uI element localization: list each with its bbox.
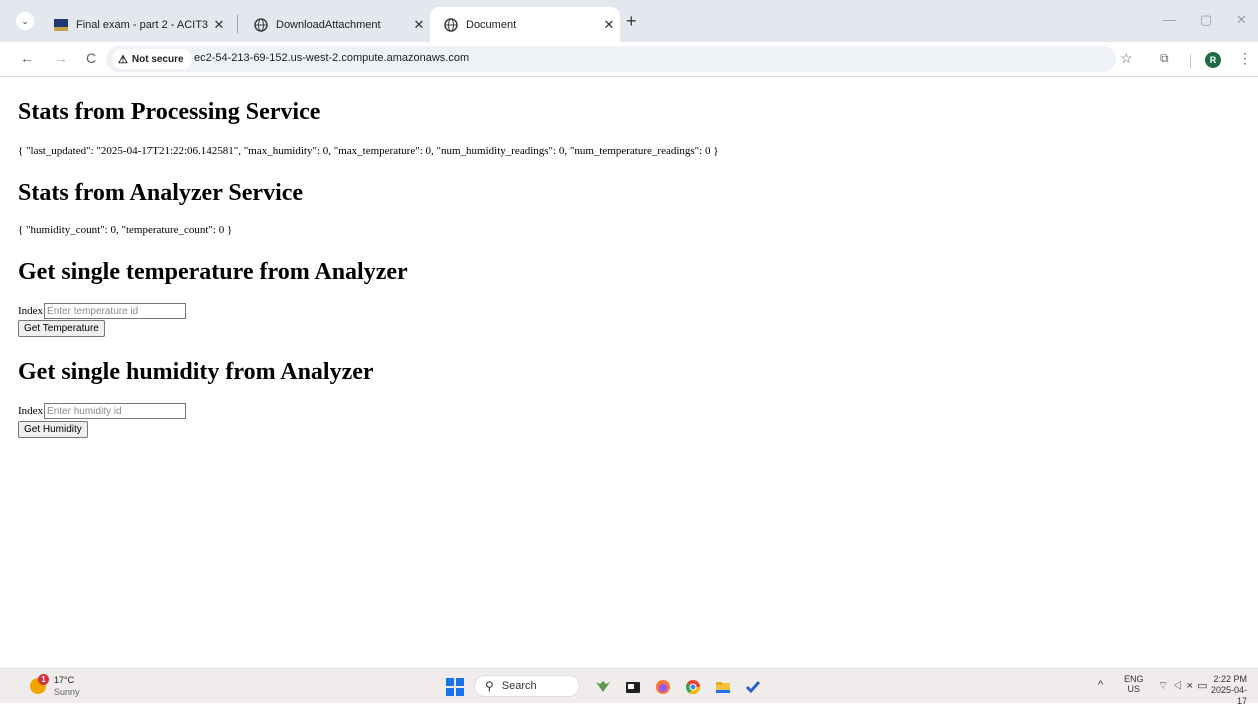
chrome-icon[interactable] [684, 678, 702, 696]
tab-document[interactable]: Document ✕ [430, 7, 620, 42]
close-icon[interactable]: ✕ [408, 17, 430, 33]
browser-tab-strip: ⌄ Final exam - part 2 - ACIT3855 ✕ Downl… [0, 0, 1258, 42]
more-menu-icon[interactable]: ⋮ [1238, 50, 1252, 67]
firefox-icon[interactable] [654, 678, 672, 696]
humidity-index-label: Index [18, 405, 44, 417]
notification-badge: 1 [38, 674, 49, 685]
toolbar-divider [1190, 54, 1191, 68]
chevron-up-icon[interactable]: ^ [1098, 679, 1103, 691]
tab-download-attachment[interactable]: DownloadAttachment ✕ [240, 7, 430, 42]
tab-title: Final exam - part 2 - ACIT3855 [76, 18, 208, 31]
profile-avatar[interactable]: R [1205, 52, 1221, 68]
region-code: US [1127, 684, 1141, 694]
close-window-icon[interactable]: ✕ [1236, 12, 1247, 28]
bookmark-star-icon[interactable]: ☆ [1120, 50, 1133, 67]
processing-stats-json: { "last_updated": "2025-04-17T21:22:06.1… [18, 145, 719, 157]
clock-time: 2:22 PM [1213, 674, 1247, 684]
task-view-icon[interactable] [624, 678, 642, 696]
volume-icon: ◁× [1172, 680, 1198, 692]
clock-date: 2025-04-17 [1210, 685, 1247, 706]
wifi-icon: ⌔ [1158, 680, 1173, 692]
globe-icon [254, 17, 268, 32]
get-humidity-button[interactable]: Get Humidity [18, 421, 88, 438]
bcit-icon [54, 18, 68, 32]
language-indicator[interactable]: ENG US [1124, 674, 1144, 694]
close-icon[interactable]: ✕ [598, 17, 620, 33]
weather-condition[interactable]: Sunny [54, 687, 80, 697]
taskbar-search-box[interactable]: ⚲ Search [474, 675, 580, 697]
new-tab-button[interactable]: + [626, 12, 637, 30]
humidity-heading: Get single humidity from Analyzer [18, 359, 374, 385]
search-icon: ⚲ [485, 679, 494, 693]
temperature-heading: Get single temperature from Analyzer [18, 259, 408, 285]
todo-check-icon[interactable] [744, 678, 762, 696]
close-icon[interactable]: ✕ [208, 17, 230, 33]
tab-divider [237, 15, 238, 33]
security-chip[interactable]: ⚠ Not secure [112, 49, 192, 69]
extensions-puzzle-icon[interactable]: ⧉ [1160, 51, 1169, 66]
tab-final-exam[interactable]: Final exam - part 2 - ACIT3855 ✕ [40, 7, 230, 42]
tab-title: Document [466, 18, 517, 31]
address-bar[interactable]: ⚠ Not secure ec2-54-213-69-152.us-west-2… [106, 46, 1116, 72]
windows-start-icon[interactable] [446, 678, 464, 696]
copilot-app-icon[interactable] [594, 678, 612, 696]
processing-stats-heading: Stats from Processing Service [18, 99, 321, 125]
temperature-index-row: Index [18, 303, 187, 319]
url-text[interactable]: ec2-54-213-69-152.us-west-2.compute.amaz… [194, 52, 469, 64]
language-code: ENG [1124, 674, 1144, 684]
windows-taskbar: 1 17°C Sunny ⚲ Search ^ ENG US ⌔◁×▭ 2:22… [0, 668, 1258, 706]
security-label: Not secure [131, 53, 184, 65]
system-tray-icons[interactable]: ⌔◁×▭ [1158, 679, 1212, 693]
humidity-id-input[interactable] [44, 403, 187, 419]
file-explorer-icon[interactable] [714, 678, 732, 696]
warning-triangle-icon: ⚠ [118, 53, 128, 66]
globe-icon [444, 17, 458, 32]
browser-toolbar: ← → C ⚠ Not secure ec2-54-213-69-152.us-… [0, 42, 1258, 77]
minimize-icon[interactable]: — [1163, 12, 1176, 27]
tab-search-menu-button[interactable]: ⌄ [16, 12, 34, 30]
clock[interactable]: 2:22 PM 2025-04-17 [1205, 674, 1247, 707]
temperature-index-label: Index [18, 305, 44, 317]
back-arrow-icon[interactable]: ← [20, 50, 34, 66]
taskbar-search-label: Search [501, 680, 537, 692]
analyzer-stats-json: { "humidity_count": 0, "temperature_coun… [18, 224, 233, 236]
analyzer-stats-heading: Stats from Analyzer Service [18, 180, 304, 206]
reload-icon[interactable]: C [86, 50, 96, 66]
tab-title: DownloadAttachment [276, 18, 381, 31]
humidity-index-row: Index [18, 403, 187, 419]
temperature-id-input[interactable] [44, 303, 187, 319]
forward-arrow-icon[interactable]: → [54, 50, 68, 66]
get-temperature-button[interactable]: Get Temperature [18, 320, 105, 337]
restore-icon[interactable]: ▢ [1200, 12, 1212, 28]
weather-temperature[interactable]: 17°C [54, 675, 74, 685]
